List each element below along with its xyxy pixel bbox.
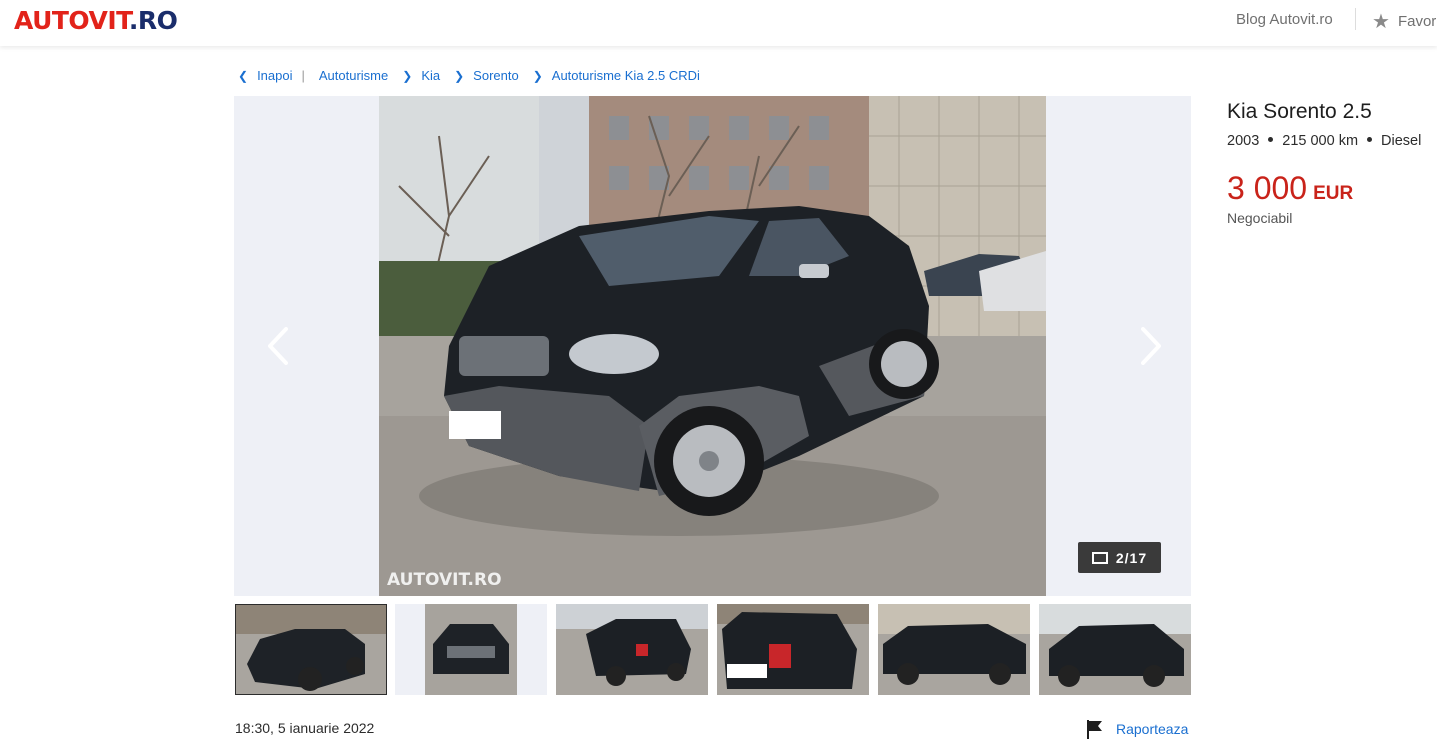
photo-counter-text: 2/17 — [1115, 549, 1148, 566]
chevron-right-icon: ❯ — [454, 69, 465, 83]
photo-counter[interactable]: 2/17 — [1078, 542, 1161, 573]
param-fuel: Diesel — [1381, 133, 1422, 149]
thumbnail-strip — [234, 604, 1191, 695]
thumbnail-1[interactable] — [235, 604, 387, 695]
breadcrumb-item-kia[interactable]: Kia — [421, 68, 440, 83]
param-mileage: 215 000 km — [1282, 133, 1359, 149]
report-label: Raporteaza — [1116, 721, 1189, 737]
breadcrumb-divider: | — [301, 68, 305, 83]
flag-icon — [1087, 720, 1102, 739]
thumbnail-image — [717, 604, 869, 695]
top-bar: AUTOVIT.RO Blog Autovit.ro ★ Favor — [0, 0, 1437, 46]
listing-price: 3 000 EUR — [1227, 170, 1353, 207]
autovit-logo[interactable]: AUTOVIT.RO — [14, 6, 178, 35]
chevron-right-icon: ❯ — [532, 69, 543, 83]
breadcrumb-item-model[interactable]: Autoturisme Kia 2.5 CRDi — [552, 68, 700, 83]
breadcrumb-item-autoturisme[interactable]: Autoturisme — [319, 68, 388, 83]
next-photo-button[interactable] — [1131, 321, 1171, 371]
blog-link[interactable]: Blog Autovit.ro — [1236, 11, 1333, 28]
breadcrumb-item-sorento[interactable]: Sorento — [473, 68, 519, 83]
header-divider — [1355, 8, 1356, 30]
price-amount: 3 000 — [1227, 170, 1308, 206]
thumbnail-image — [556, 604, 708, 695]
bullet-separator — [1268, 137, 1274, 142]
listing-params: 2003 215 000 km Diesel — [1227, 133, 1421, 149]
chevron-right-icon: ❯ — [402, 69, 413, 83]
chevron-right-icon — [1141, 327, 1161, 365]
back-link[interactable]: Inapoi — [257, 68, 292, 83]
thumbnail-image — [1039, 604, 1191, 695]
listing-title: Kia Sorento 2.5 — [1227, 100, 1372, 123]
favorites-label: Favor — [1397, 13, 1437, 30]
thumbnail-5[interactable] — [878, 604, 1030, 695]
thumbnail-image — [235, 604, 387, 695]
favorites-link[interactable]: ★ Favor — [1372, 9, 1436, 34]
star-icon: ★ — [1372, 11, 1390, 33]
main-car-photo[interactable]: AUTOVIT.RO — [379, 96, 1046, 596]
report-link[interactable]: Raporteaza — [1086, 719, 1188, 739]
thumbnail-image — [395, 604, 547, 695]
thumbnail-2[interactable] — [395, 604, 547, 695]
thumbnail-3[interactable] — [556, 604, 708, 695]
photo-gallery: AUTOVIT.RO 2/17 — [234, 96, 1191, 596]
param-year: 2003 — [1227, 133, 1260, 149]
price-currency: EUR — [1313, 183, 1354, 204]
bullet-separator — [1367, 137, 1373, 142]
listing-date: 18:30, 5 ianuarie 2022 — [235, 720, 375, 736]
previous-photo-button[interactable] — [258, 321, 298, 371]
car-photo-illustration — [379, 96, 1046, 596]
thumbnail-6[interactable] — [1039, 604, 1191, 695]
thumbnail-4[interactable] — [717, 604, 869, 695]
chevron-left-icon — [268, 327, 288, 365]
gallery-icon — [1091, 551, 1108, 564]
breadcrumb: ❮ Inapoi | Autoturisme ❯ Kia ❯ Sorento ❯ Autoturi… — [238, 68, 700, 83]
chevron-left-icon: ❮ — [238, 69, 249, 83]
photo-watermark: AUTOVIT.RO — [387, 570, 502, 590]
thumbnail-image — [878, 604, 1030, 695]
negotiable-label: Negociabil — [1227, 210, 1293, 226]
